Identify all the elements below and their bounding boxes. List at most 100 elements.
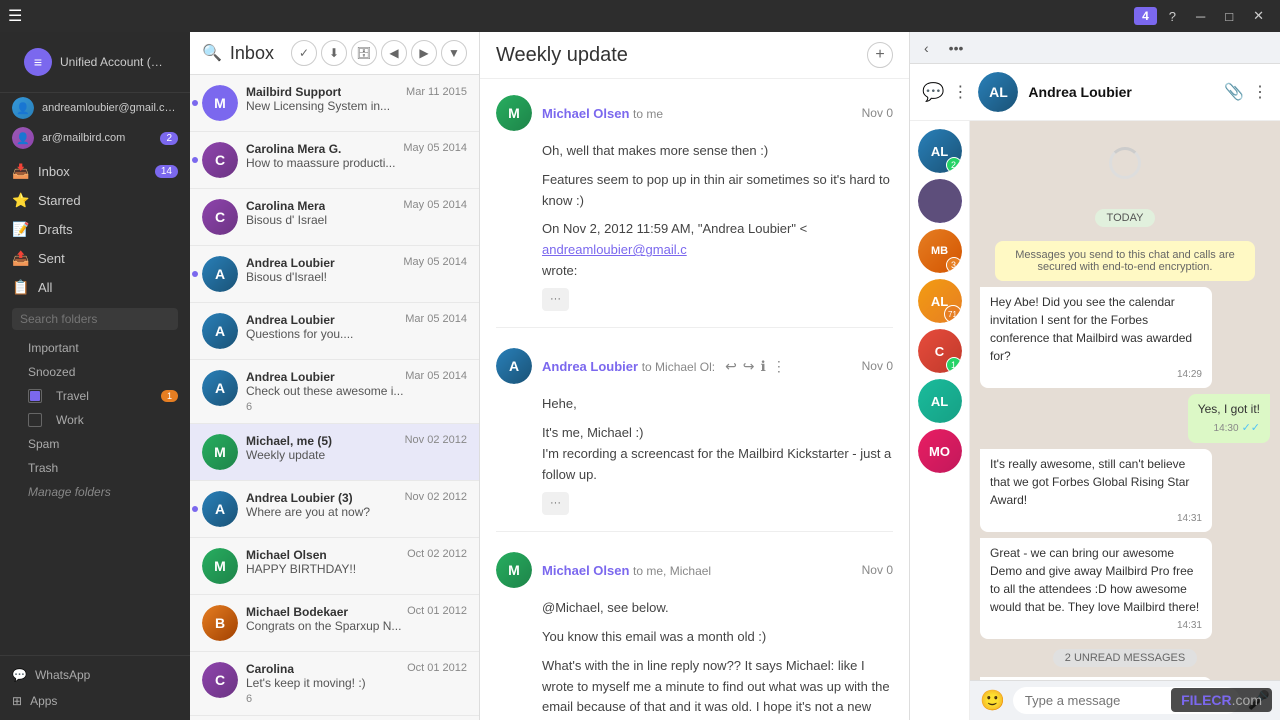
apps-icon: ⊞ <box>12 694 22 708</box>
info-button[interactable]: ℹ <box>761 358 766 375</box>
sidebar-item-inbox[interactable]: 📥 Inbox 14 <box>0 157 190 186</box>
whatsapp-panel: ‹ ••• 💬 ⋮ AL Andrea Loubier 📎 ⋮ AL <box>910 32 1280 720</box>
sidebar-item-important[interactable]: Important <box>0 336 190 360</box>
email-item[interactable]: A Andrea Loubier Mar 05 2014 Check out t… <box>190 360 479 424</box>
sidebar-item-all[interactable]: 📋 All <box>0 273 190 302</box>
close-button[interactable]: ✕ <box>1245 6 1272 26</box>
help-button[interactable]: ? <box>1161 7 1184 26</box>
sidebar-item-spam[interactable]: Spam <box>0 432 190 456</box>
email-item[interactable]: M Mailbird Support Mar 11 2015 New Licen… <box>190 75 479 132</box>
sidebar-item-sent[interactable]: 📤 Sent <box>0 244 190 273</box>
message-sender-info: Andrea Loubier to Michael Ol: <box>542 359 715 374</box>
sidebar-item-trash[interactable]: Trash <box>0 456 190 480</box>
wa-message-time: 14:31 <box>990 618 1202 633</box>
sidebar-item-travel[interactable]: Travel 1 <box>0 384 190 408</box>
wa-chat-content: TODAY Messages you send to this chat and… <box>970 121 1280 720</box>
travel-checkbox[interactable] <box>28 389 42 403</box>
wa-message-text: Yes, I got it! <box>1198 402 1260 416</box>
add-tag-button[interactable]: + <box>867 42 893 68</box>
sidebar-item-starred-label: Starred <box>38 193 81 208</box>
work-checkbox[interactable] <box>28 413 42 427</box>
minimize-button[interactable]: ─ <box>1188 7 1213 26</box>
message-from: Michael Olsen <box>542 563 629 578</box>
wa-chat-item[interactable]: AL 2 <box>918 129 962 173</box>
inbox-icon: 📥 <box>12 163 30 180</box>
email-item[interactable]: A Andrea Loubier (3) Nov 02 2012 Where a… <box>190 481 479 538</box>
sidebar-item-work[interactable]: Work <box>0 408 190 432</box>
email-item[interactable]: C Carolina Mera G. May 05 2014 How to ma… <box>190 132 479 189</box>
wa-message-received: Best team behind an email company.....EV… <box>980 677 1212 681</box>
account-mailbird[interactable]: 👤 ar@mailbird.com 2 <box>0 123 190 153</box>
next-button[interactable]: ▶ <box>411 40 437 66</box>
email-subject: Let's keep it moving! :) <box>246 676 467 690</box>
wa-back-button[interactable]: ‹ <box>918 38 935 58</box>
email-content: Michael Olsen Oct 02 2012 HAPPY BIRTHDAY… <box>246 548 467 576</box>
email-avatar: M <box>202 85 238 121</box>
sidebar-item-snoozed[interactable]: Snoozed <box>0 360 190 384</box>
select-all-button[interactable]: ✓ <box>291 40 317 66</box>
email-subject: Weekly update <box>246 448 467 462</box>
email-from: Andrea Loubier <box>246 256 335 270</box>
email-date: Mar 05 2014 <box>405 370 467 384</box>
email-from: Andrea Loubier <box>246 313 335 327</box>
account-mailbird-badge: 2 <box>160 132 178 145</box>
email-content: Carolina Mera G. May 05 2014 How to maas… <box>246 142 467 170</box>
message-body: Hehe, It's me, Michael :) I'm recording … <box>496 394 893 515</box>
email-avatar: M <box>202 548 238 584</box>
download-button[interactable]: ⬇ <box>321 40 347 66</box>
wa-chat-icon-btn[interactable]: 💬 ⋮ <box>922 82 968 103</box>
email-item[interactable]: C Carolina Mera May 05 2014 Bisous d' Is… <box>190 189 479 246</box>
wa-attach-button[interactable]: 📎 <box>1224 82 1244 102</box>
whatsapp-app-item[interactable]: 💬 WhatsApp <box>12 664 178 686</box>
email-item[interactable]: A Andrea Loubier Mar 05 2014 Questions f… <box>190 303 479 360</box>
wa-dots-button[interactable]: ••• <box>943 38 970 58</box>
archive-button[interactable]: 🗄 <box>351 40 377 66</box>
email-date: Mar 05 2014 <box>405 313 467 327</box>
wa-chat-item[interactable]: C 1 <box>918 329 962 373</box>
sidebar-item-starred[interactable]: ⭐ Starred <box>0 186 190 215</box>
account-gmail[interactable]: 👤 andreamloubier@gmail.com... <box>0 93 190 123</box>
email-date: Nov 02 2012 <box>405 491 467 505</box>
more-actions-button[interactable]: ⋮ <box>772 358 786 375</box>
message-attachment[interactable]: ··· <box>542 492 569 516</box>
email-item[interactable]: C Carolina Oct 01 2012 Let's keep it mov… <box>190 652 479 716</box>
main-layout: ≡ Unified Account (16) 👤 andreamloubier@… <box>0 32 1280 720</box>
wa-more-button[interactable]: ⋮ <box>1252 82 1268 102</box>
email-date: Nov 02 2012 <box>405 434 467 448</box>
tab-number: 4 <box>1134 7 1157 25</box>
email-item[interactable]: M Michael Olsen Oct 02 2012 HAPPY BIRTHD… <box>190 538 479 595</box>
email-list-title: Inbox <box>230 43 283 64</box>
message-date: Nov 0 <box>862 106 893 120</box>
reply-button[interactable]: ↩ <box>725 358 737 375</box>
email-count: 6 <box>246 693 252 705</box>
message-avatar: A <box>496 348 532 384</box>
email-item[interactable]: B Michael Bodekaer Oct 01 2012 Congrats … <box>190 595 479 652</box>
manage-folders-link[interactable]: Manage folders <box>0 480 190 504</box>
wa-chat-item[interactable]: MB 3 <box>918 229 962 273</box>
email-link[interactable]: andreamloubier@gmail.c <box>542 242 687 257</box>
forward-button[interactable]: ↪ <box>743 358 755 375</box>
search-folders-input[interactable] <box>12 308 178 330</box>
email-message: A Andrea Loubier to Michael Ol: ↩ ↪ ℹ ⋮ … <box>496 348 893 532</box>
menu-icon[interactable]: ☰ <box>8 6 22 26</box>
email-items: M Mailbird Support Mar 11 2015 New Licen… <box>190 75 479 720</box>
unified-account[interactable]: ≡ Unified Account (16) <box>12 42 178 82</box>
wa-chat-item[interactable] <box>918 179 962 223</box>
wa-emoji-button[interactable]: 🙂 <box>980 688 1005 713</box>
sidebar-nav: 📥 Inbox 14 ⭐ Starred 📝 Drafts 📤 Sent 📋 A… <box>0 153 190 655</box>
wa-chat-item[interactable]: AL 71 <box>918 279 962 323</box>
email-content: Michael Bodekaer Oct 01 2012 Congrats on… <box>246 605 467 633</box>
apps-item[interactable]: ⊞ Apps <box>12 690 178 712</box>
wa-chat-item[interactable]: AL <box>918 379 962 423</box>
titlebar-right: 4 ? ─ □ ✕ <box>1134 6 1272 26</box>
email-item[interactable]: ⭐ me, Abraham (2) Oct 01 2012 <box>190 716 479 720</box>
more-button[interactable]: ▼ <box>441 40 467 66</box>
maximize-button[interactable]: □ <box>1217 7 1241 26</box>
email-item-active[interactable]: M Michael, me (5) Nov 02 2012 Weekly upd… <box>190 424 479 481</box>
email-item[interactable]: A Andrea Loubier May 05 2014 Bisous d'Is… <box>190 246 479 303</box>
sidebar-item-drafts[interactable]: 📝 Drafts <box>0 215 190 244</box>
message-attachment[interactable]: ··· <box>542 288 569 312</box>
prev-button[interactable]: ◀ <box>381 40 407 66</box>
message-from: Michael Olsen <box>542 106 629 121</box>
wa-chat-item[interactable]: MO <box>918 429 962 473</box>
